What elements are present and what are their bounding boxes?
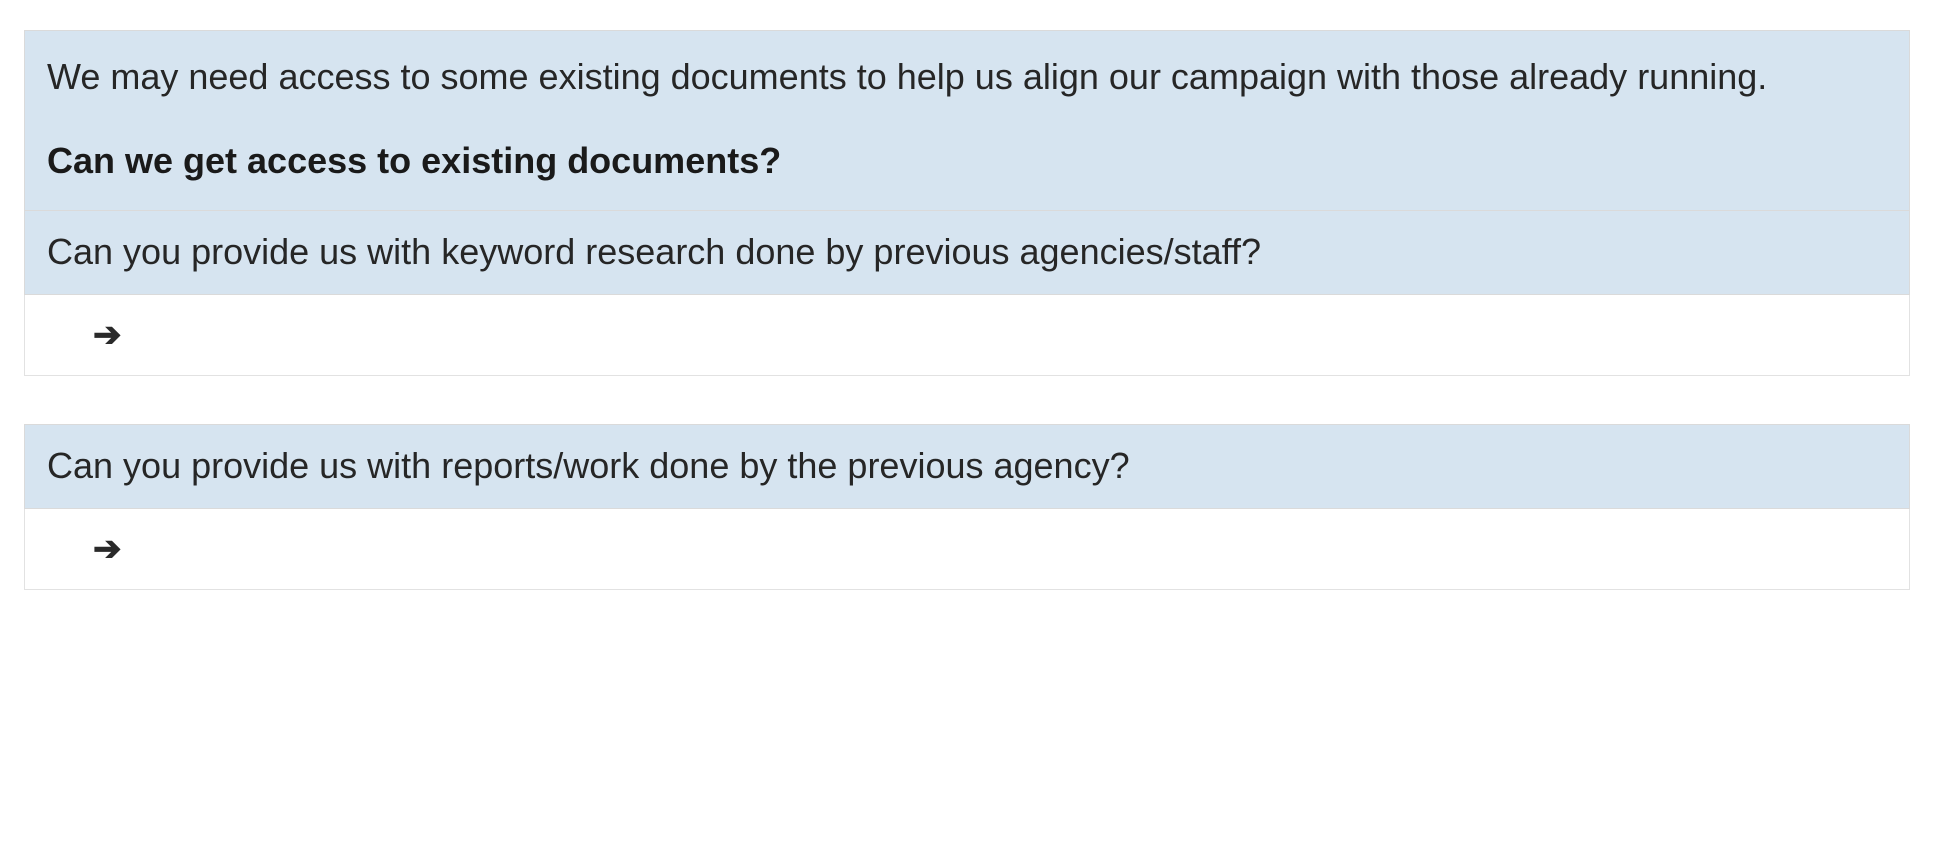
header-block: We may need access to some existing docu… (24, 30, 1910, 211)
question-keyword-research: Can you provide us with keyword research… (24, 211, 1910, 295)
answer-row-1[interactable]: ➔ (24, 295, 1910, 376)
section-previous-reports: Can you provide us with reports/work don… (24, 424, 1910, 590)
section-existing-documents: We may need access to some existing docu… (24, 30, 1910, 376)
bold-question: Can we get access to existing documents? (47, 138, 1887, 185)
answer-row-2[interactable]: ➔ (24, 509, 1910, 590)
question-previous-reports: Can you provide us with reports/work don… (24, 424, 1910, 509)
intro-text: We may need access to some existing docu… (47, 53, 1887, 102)
arrow-icon: ➔ (93, 315, 122, 355)
arrow-icon: ➔ (93, 529, 122, 569)
